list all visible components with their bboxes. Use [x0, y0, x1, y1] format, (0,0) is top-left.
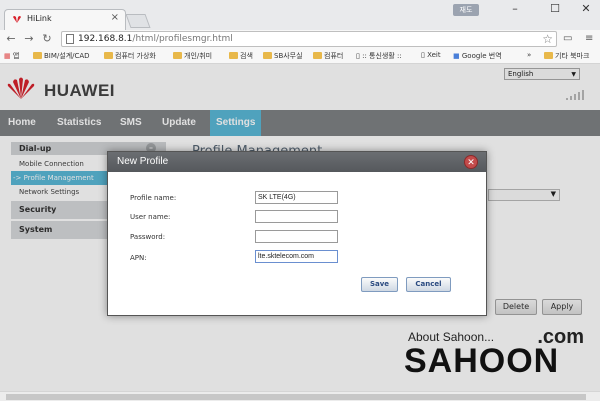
browser-titlebar: HiLink × 재도 – ☐ ✕ — [0, 0, 600, 30]
back-icon[interactable]: ← — [4, 32, 18, 45]
folder-icon — [229, 52, 238, 59]
tab-title: HiLink — [27, 14, 52, 23]
bookmark-star-icon[interactable]: ☆ — [542, 32, 553, 46]
forward-icon[interactable]: → — [22, 32, 36, 45]
bookmark-label: 개인/취미 — [184, 52, 213, 60]
scrollbar-thumb[interactable] — [6, 394, 586, 400]
cancel-button[interactable]: Cancel — [406, 277, 451, 292]
bookmark-apps-label: 앱 — [12, 52, 20, 60]
bookmark-folder[interactable]: 컴퓨터 — [313, 51, 343, 61]
tab-close-icon[interactable]: × — [111, 12, 119, 23]
new-profile-dialog: New Profile ✕ Profile name: SK LTE(4G) U… — [107, 151, 487, 316]
cast-icon[interactable]: ▭ — [563, 33, 572, 44]
apn-label: APN: — [130, 254, 147, 262]
bookmark-label: :: 통신생활 :: — [362, 52, 402, 60]
bookmark-label: 검색 — [240, 52, 253, 60]
bookmark-label: Xeit — [427, 51, 441, 59]
user-name-input[interactable] — [255, 210, 338, 223]
bookmark-page[interactable]: ▯ Xeit — [421, 51, 441, 59]
window-user-badge[interactable]: 재도 — [453, 4, 479, 16]
bookmark-other-folder[interactable]: 기타 북마크 — [544, 51, 589, 61]
browser-tab[interactable]: HiLink × — [4, 9, 126, 30]
address-bar[interactable]: 192.168.8.1/html/profilesmgr.html ☆ — [61, 31, 557, 47]
browser-toolbar: ← → ↻ 192.168.8.1/html/profilesmgr.html … — [0, 30, 600, 48]
bookmark-google-translate[interactable]: ■ Google 번역 — [453, 51, 502, 61]
password-input[interactable] — [255, 230, 338, 243]
folder-icon — [263, 52, 272, 59]
translate-icon: ■ — [453, 52, 460, 60]
user-name-label: User name: — [130, 213, 171, 221]
reload-icon[interactable]: ↻ — [40, 32, 54, 45]
bookmark-label: Google 번역 — [461, 52, 502, 60]
dialog-header: New Profile ✕ — [108, 152, 486, 172]
bookmark-folder[interactable]: 검색 — [229, 51, 253, 61]
profile-name-input[interactable]: SK LTE(4G) — [255, 191, 338, 204]
save-button[interactable]: Save — [361, 277, 398, 292]
page-icon — [66, 34, 74, 44]
new-tab-button[interactable] — [125, 14, 151, 28]
bookmark-label: 컴퓨터 — [324, 52, 344, 60]
folder-icon — [173, 52, 182, 59]
window-close-button[interactable]: ✕ — [576, 2, 596, 15]
bookmark-apps[interactable]: ▦ 앱 — [4, 51, 19, 61]
apps-grid-icon: ▦ — [4, 52, 11, 60]
page-icon: ▯ — [356, 52, 360, 60]
bookmark-label: SB사무실 — [274, 52, 303, 60]
horizontal-scrollbar[interactable] — [0, 391, 600, 401]
bookmark-folder[interactable]: 컴퓨터 가상화 — [104, 51, 156, 61]
profile-name-label: Profile name: — [130, 194, 177, 202]
url-path: /html/profilesmgr.html — [132, 34, 233, 44]
bookmark-label: 기타 북마크 — [555, 52, 590, 60]
folder-icon — [313, 52, 322, 59]
address-url[interactable]: 192.168.8.1/html/profilesmgr.html — [78, 34, 233, 44]
bookmark-label: 컴퓨터 가상화 — [115, 52, 156, 60]
maximize-button[interactable]: ☐ — [545, 2, 565, 15]
bookmarks-bar: ▦ 앱 BIM/설계/CAD 컴퓨터 가상화 개인/취미 검색 SB사무실 컴퓨… — [0, 48, 600, 64]
bookmark-folder[interactable]: 개인/취미 — [173, 51, 212, 61]
folder-icon — [544, 52, 553, 59]
menu-icon[interactable]: ≡ — [585, 33, 593, 44]
folder-icon — [33, 52, 42, 59]
minimize-button[interactable]: – — [505, 2, 525, 15]
bookmark-label: BIM/설계/CAD — [44, 52, 90, 60]
dialog-title: New Profile — [117, 156, 169, 167]
url-host: 192.168.8.1 — [78, 34, 133, 44]
sahoon-watermark: About Sahoon... .com SAHOON — [402, 326, 588, 382]
bookmark-page[interactable]: ▯ :: 통신생활 :: — [356, 51, 402, 61]
folder-icon — [104, 52, 113, 59]
bookmark-folder[interactable]: SB사무실 — [263, 51, 303, 61]
bookmark-folder[interactable]: BIM/설계/CAD — [33, 51, 90, 61]
page-icon: ▯ — [421, 51, 425, 59]
password-label: Password: — [130, 233, 166, 241]
bookmarks-overflow[interactable]: » — [527, 51, 531, 59]
apn-input[interactable]: lte.sktelecom.com — [255, 250, 338, 263]
watermark-brand: SAHOON — [404, 342, 560, 380]
huawei-favicon-icon — [13, 16, 21, 23]
dialog-close-icon[interactable]: ✕ — [464, 155, 478, 169]
dialog-body: Profile name: SK LTE(4G) User name: Pass… — [108, 172, 486, 315]
